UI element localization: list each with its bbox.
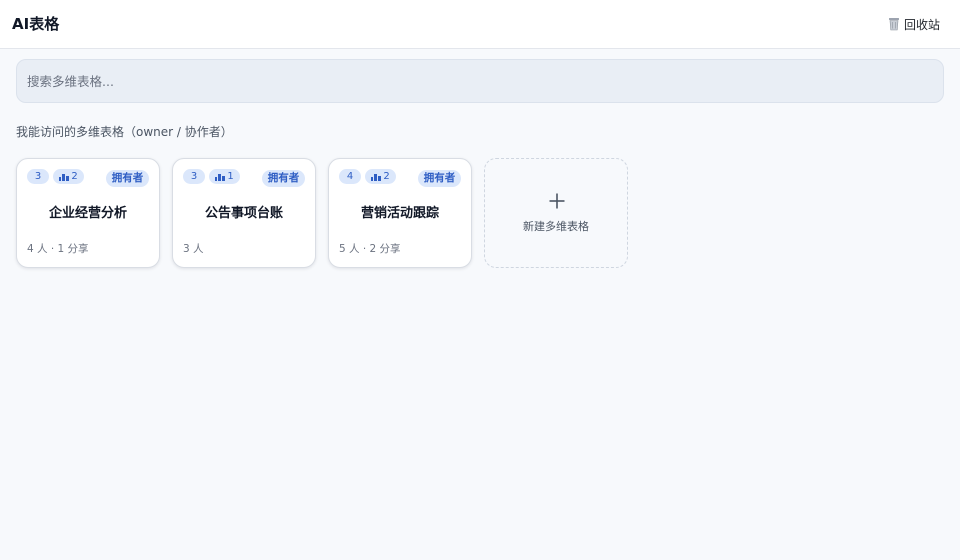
share-icon	[371, 173, 382, 181]
card-title: 公告事项台账	[204, 206, 283, 221]
table-card[interactable]: 3 1 拥有者 公告事项台账 3 人	[172, 158, 316, 268]
share-icon	[215, 173, 226, 181]
card-meta: 3 人	[183, 243, 204, 255]
card-meta: 4 人 · 1 分享	[27, 243, 89, 255]
member-count-badge: 4	[339, 169, 361, 184]
search-input[interactable]	[17, 60, 943, 102]
table-card[interactable]: 3 2 拥有者 企业经营分析 4 人 · 1 分享	[16, 158, 160, 268]
top-bar: AI表格 回收站	[0, 0, 960, 49]
role-badge: 拥有者	[262, 170, 305, 187]
trash-button[interactable]: 回收站	[888, 14, 940, 34]
member-count-badge: 3	[183, 169, 205, 184]
share-count: 2	[71, 171, 78, 182]
plus-icon	[549, 193, 565, 209]
share-count-badge: 2	[53, 169, 84, 184]
card-title: 营销活动跟踪	[360, 206, 439, 221]
share-icon	[59, 173, 70, 181]
member-count-badge: 3	[27, 169, 49, 184]
new-table-label: 新建多维表格	[523, 220, 589, 233]
app-title: AI表格	[12, 15, 60, 33]
share-count: 1	[227, 171, 234, 182]
trash-icon	[888, 18, 899, 31]
share-count-badge: 1	[209, 169, 240, 184]
new-table-button[interactable]: 新建多维表格	[484, 158, 628, 268]
search-box	[16, 59, 944, 103]
trash-label: 回收站	[903, 17, 940, 32]
section-title: 我能访问的多维表格（owner / 协作者）	[16, 125, 233, 139]
card-meta: 5 人 · 2 分享	[339, 243, 401, 255]
role-badge: 拥有者	[106, 170, 149, 187]
role-badge: 拥有者	[418, 170, 461, 187]
card-title: 企业经营分析	[48, 206, 127, 221]
share-count: 2	[383, 171, 390, 182]
table-card[interactable]: 4 2 拥有者 营销活动跟踪 5 人 · 2 分享	[328, 158, 472, 268]
share-count-badge: 2	[365, 169, 396, 184]
